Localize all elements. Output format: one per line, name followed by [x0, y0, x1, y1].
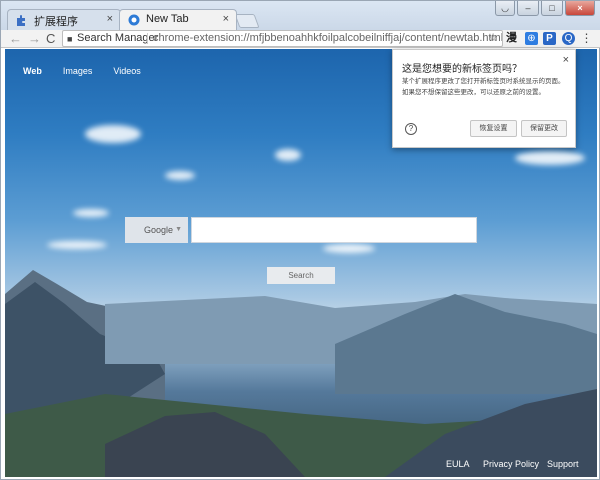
top-nav: Web Images Videos	[23, 66, 141, 76]
extension-icon-man[interactable]: 漫	[505, 32, 518, 45]
help-icon[interactable]: ?	[405, 123, 417, 135]
browser-toolbar: ← → C ■ Search Manager chrome-extension:…	[1, 30, 600, 48]
browser-window: 扩展程序 × New Tab × ◡ – □ × ← → C ■ Search …	[0, 0, 600, 480]
support-link[interactable]: Support	[547, 459, 579, 469]
nav-web[interactable]: Web	[23, 66, 42, 76]
search-engine-select[interactable]: Google ▼	[125, 217, 188, 243]
eula-link[interactable]: EULA	[446, 459, 470, 469]
cloud-decoration	[73, 209, 109, 217]
dialog-title: 这是您想要的新标签页吗？	[402, 64, 522, 75]
tab-strip: 扩展程序 × New Tab × ◡ – □ ×	[1, 1, 600, 30]
address-bar[interactable]: ■ Search Manager chrome-extension://mfjb…	[62, 30, 503, 47]
tab-extensions[interactable]: 扩展程序 ×	[7, 9, 121, 30]
globe-icon	[128, 14, 140, 26]
menu-icon[interactable]: ⋮	[580, 32, 593, 45]
cloud-decoration	[85, 125, 141, 143]
keep-changes-button[interactable]: 保留更改	[521, 120, 567, 137]
nav-images[interactable]: Images	[63, 66, 93, 76]
engine-label: Google	[144, 225, 174, 235]
puzzle-icon: ■	[67, 34, 73, 44]
restore-settings-button[interactable]: 恢复设置	[470, 120, 517, 137]
extension-icon-search[interactable]: Q	[562, 32, 575, 45]
url-text[interactable]: chrome-extension://mfjbbenoahhkfoilpalco…	[153, 31, 502, 46]
omnibox-divider	[147, 33, 148, 44]
page-footer: EULA Privacy Policy Support	[5, 451, 597, 477]
chevron-down-icon: ▼	[175, 226, 182, 233]
cloud-decoration	[47, 241, 107, 249]
tab-title: 扩展程序	[34, 16, 78, 28]
puzzle-icon	[17, 15, 25, 26]
nav-videos[interactable]: Videos	[113, 66, 140, 76]
cloud-decoration	[515, 151, 585, 165]
close-tab-icon[interactable]: ×	[223, 13, 229, 25]
search-input[interactable]	[191, 217, 477, 243]
mountain-landscape	[5, 270, 597, 477]
bookmark-star-icon[interactable]: ☆	[488, 31, 498, 46]
tab-new-tab[interactable]: New Tab ×	[119, 9, 237, 30]
maximize-button[interactable]: □	[541, 1, 563, 16]
minimize-button[interactable]: –	[517, 1, 539, 16]
new-tab-button[interactable]	[234, 14, 260, 28]
close-tab-icon[interactable]: ×	[107, 13, 113, 25]
search-button[interactable]: Search	[267, 267, 335, 284]
close-icon[interactable]: ×	[563, 54, 569, 66]
extension-icon-globe[interactable]: ⊕	[525, 32, 538, 45]
tab-title: New Tab	[146, 13, 189, 25]
profile-button[interactable]: ◡	[495, 1, 515, 16]
close-window-button[interactable]: ×	[565, 1, 595, 16]
reload-button[interactable]: C	[46, 31, 55, 46]
back-button[interactable]: ←	[9, 31, 22, 46]
forward-button[interactable]: →	[28, 31, 41, 46]
cloud-decoration	[165, 171, 195, 180]
privacy-policy-link[interactable]: Privacy Policy	[483, 459, 539, 469]
cloud-decoration	[323, 244, 375, 253]
extension-icon-p[interactable]: P	[543, 32, 556, 45]
dialog-body: 某个扩展程序更改了您打开新标签页时系统显示的页面。如果您不想保留这些更改，可以还…	[402, 78, 565, 96]
cloud-decoration	[275, 149, 301, 161]
extension-change-dialog: 这是您想要的新标签页吗？ × 某个扩展程序更改了您打开新标签页时系统显示的页面。…	[392, 49, 576, 148]
window-controls: ◡ – □ ×	[495, 1, 595, 18]
